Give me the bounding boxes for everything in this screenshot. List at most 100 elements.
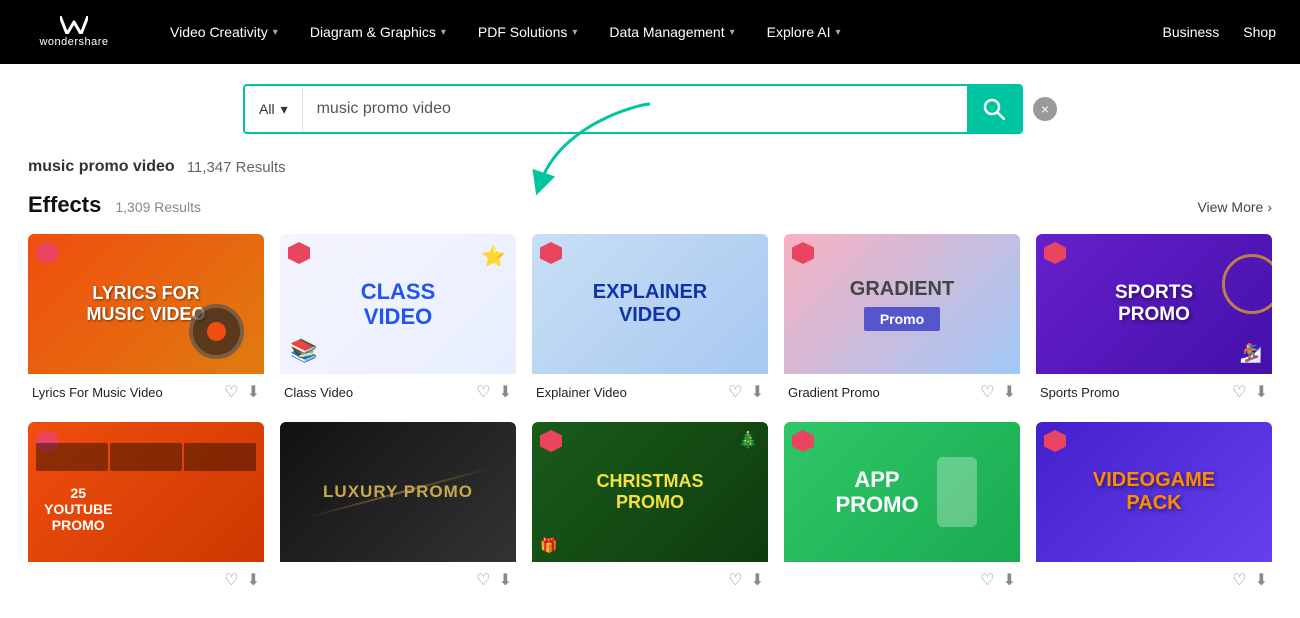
category-label: All — [259, 101, 275, 117]
card-actions: ♡ ⬇ — [476, 570, 512, 590]
card-thumbnail: GRADIENT Promo — [784, 234, 1020, 374]
card-explainer-video[interactable]: EXPLAINERVIDEO Explainer Video ♡ ⬇ — [532, 234, 768, 406]
section-title: Effects — [28, 192, 101, 218]
query-text: music promo video — [28, 158, 175, 176]
clear-button[interactable]: × — [1033, 97, 1057, 121]
thumb-label: EXPLAINERVIDEO — [585, 273, 715, 335]
like-button[interactable]: ♡ — [980, 382, 994, 402]
effects-section: Effects 1,309 Results View More › LYRICS… — [0, 192, 1300, 618]
download-button[interactable]: ⬇ — [751, 382, 764, 402]
card-actions: ♡ ⬇ — [1232, 570, 1268, 590]
card-thumbnail: EXPLAINERVIDEO — [532, 234, 768, 374]
card-info: ♡ ⬇ — [784, 562, 1020, 594]
view-more-button[interactable]: View More › — [1197, 199, 1272, 215]
card-thumbnail: CLASSVIDEO 📚 ⭐ — [280, 234, 516, 374]
card-actions: ♡ ⬇ — [980, 570, 1016, 590]
thumb-label: 25YOUTUBEPROMO — [36, 477, 120, 541]
nav-business[interactable]: Business — [1162, 24, 1219, 40]
effects-card-grid-row1: LYRICS FORMUSIC VIDEO Lyrics For Music V… — [28, 234, 1272, 406]
card-name: Explainer Video — [536, 385, 627, 400]
download-button[interactable]: ⬇ — [499, 382, 512, 402]
card-videogame-pack[interactable]: VIDEOGAMEPACK ♡ ⬇ — [1036, 422, 1272, 594]
card-lyrics-music-video[interactable]: LYRICS FORMUSIC VIDEO Lyrics For Music V… — [28, 234, 264, 406]
section-count: 1,309 Results — [115, 199, 201, 215]
like-button[interactable]: ♡ — [476, 570, 490, 590]
download-button[interactable]: ⬇ — [1003, 570, 1016, 590]
thumb-label: VIDEOGAMEPACK — [1085, 461, 1223, 523]
chevron-down-icon: ▾ — [572, 27, 577, 38]
card-actions: ♡ ⬇ — [476, 382, 512, 402]
chevron-down-icon: ▾ — [441, 27, 446, 38]
like-button[interactable]: ♡ — [1232, 382, 1246, 402]
download-button[interactable]: ⬇ — [247, 382, 260, 402]
search-input[interactable] — [303, 87, 967, 131]
card-info: Explainer Video ♡ ⬇ — [532, 374, 768, 406]
download-button[interactable]: ⬇ — [1255, 570, 1268, 590]
nav-right: Business Shop — [1162, 24, 1276, 40]
download-button[interactable]: ⬇ — [499, 570, 512, 590]
like-button[interactable]: ♡ — [476, 382, 490, 402]
download-button[interactable]: ⬇ — [751, 570, 764, 590]
search-button[interactable] — [967, 86, 1021, 132]
nav-item-ai[interactable]: Explore AI ▾ — [753, 16, 855, 48]
card-info: ♡ ⬇ — [532, 562, 768, 594]
search-section: All ▾ × — [0, 64, 1300, 150]
chevron-down-icon: ▾ — [730, 27, 735, 38]
category-chevron-icon: ▾ — [281, 101, 288, 118]
thumb-label: CLASSVIDEO — [353, 271, 444, 338]
close-icon: × — [1041, 102, 1049, 116]
card-christmas-promo[interactable]: CHRISTMASPROMO 🎄 🎁 ♡ ⬇ — [532, 422, 768, 594]
download-button[interactable]: ⬇ — [247, 570, 260, 590]
card-luxury-promo[interactable]: LUXURY PROMO ♡ ⬇ — [280, 422, 516, 594]
nav-item-data[interactable]: Data Management ▾ — [595, 16, 748, 48]
like-button[interactable]: ♡ — [728, 382, 742, 402]
card-thumbnail: VIDEOGAMEPACK — [1036, 422, 1272, 562]
effects-card-grid-row2: 25YOUTUBEPROMO ♡ ⬇ LUXURY PROMO — [28, 422, 1272, 594]
thumb-label: GRADIENT — [850, 278, 954, 301]
card-thumbnail: 25YOUTUBEPROMO — [28, 422, 264, 562]
download-button[interactable]: ⬇ — [1003, 382, 1016, 402]
card-info: ♡ ⬇ — [1036, 562, 1272, 594]
chevron-right-icon: › — [1267, 199, 1272, 215]
thumb-label: APPPROMO — [827, 459, 926, 526]
section-header: Effects 1,309 Results View More › — [28, 192, 1272, 218]
thumb-label: CHRISTMASPROMO — [589, 463, 712, 520]
card-youtube-promo[interactable]: 25YOUTUBEPROMO ♡ ⬇ — [28, 422, 264, 594]
card-info: Gradient Promo ♡ ⬇ — [784, 374, 1020, 406]
like-button[interactable]: ♡ — [224, 382, 238, 402]
card-info: ♡ ⬇ — [28, 562, 264, 594]
logo[interactable]: wondershare — [24, 16, 124, 48]
download-button[interactable]: ⬇ — [1255, 382, 1268, 402]
card-info: Class Video ♡ ⬇ — [280, 374, 516, 406]
card-thumbnail: LYRICS FORMUSIC VIDEO — [28, 234, 264, 374]
nav-items: Video Creativity ▾ Diagram & Graphics ▾ … — [156, 16, 1162, 48]
card-class-video[interactable]: CLASSVIDEO 📚 ⭐ Class Video ♡ ⬇ — [280, 234, 516, 406]
thumb-label: SPORTSPROMO — [1107, 274, 1201, 334]
like-button[interactable]: ♡ — [728, 570, 742, 590]
nav-shop[interactable]: Shop — [1243, 24, 1276, 40]
nav-item-diagram[interactable]: Diagram & Graphics ▾ — [296, 16, 460, 48]
search-category-dropdown[interactable]: All ▾ — [245, 87, 303, 131]
card-name: Gradient Promo — [788, 385, 880, 400]
card-actions: ♡ ⬇ — [980, 382, 1016, 402]
results-header: music promo video 11,347 Results — [0, 150, 1300, 192]
card-thumbnail: SPORTSPROMO 🏂 — [1036, 234, 1272, 374]
nav-item-pdf[interactable]: PDF Solutions ▾ — [464, 16, 592, 48]
like-button[interactable]: ♡ — [224, 570, 238, 590]
card-actions: ♡ ⬇ — [224, 382, 260, 402]
chevron-down-icon: ▾ — [835, 27, 840, 38]
card-name: Sports Promo — [1040, 385, 1119, 400]
card-gradient-promo[interactable]: GRADIENT Promo Gradient Promo ♡ ⬇ — [784, 234, 1020, 406]
card-actions: ♡ ⬇ — [728, 570, 764, 590]
brand-name: wondershare — [39, 36, 108, 48]
like-button[interactable]: ♡ — [980, 570, 994, 590]
card-thumbnail: CHRISTMASPROMO 🎄 🎁 — [532, 422, 768, 562]
card-actions: ♡ ⬇ — [1232, 382, 1268, 402]
card-app-promo[interactable]: APPPROMO ♡ ⬇ — [784, 422, 1020, 594]
nav-item-video-creativity[interactable]: Video Creativity ▾ — [156, 16, 292, 48]
card-sports-promo[interactable]: SPORTSPROMO 🏂 Sports Promo ♡ ⬇ — [1036, 234, 1272, 406]
thumb-sub-label: Promo — [864, 307, 940, 331]
card-info: Lyrics For Music Video ♡ ⬇ — [28, 374, 264, 406]
card-name: Lyrics For Music Video — [32, 385, 163, 400]
like-button[interactable]: ♡ — [1232, 570, 1246, 590]
